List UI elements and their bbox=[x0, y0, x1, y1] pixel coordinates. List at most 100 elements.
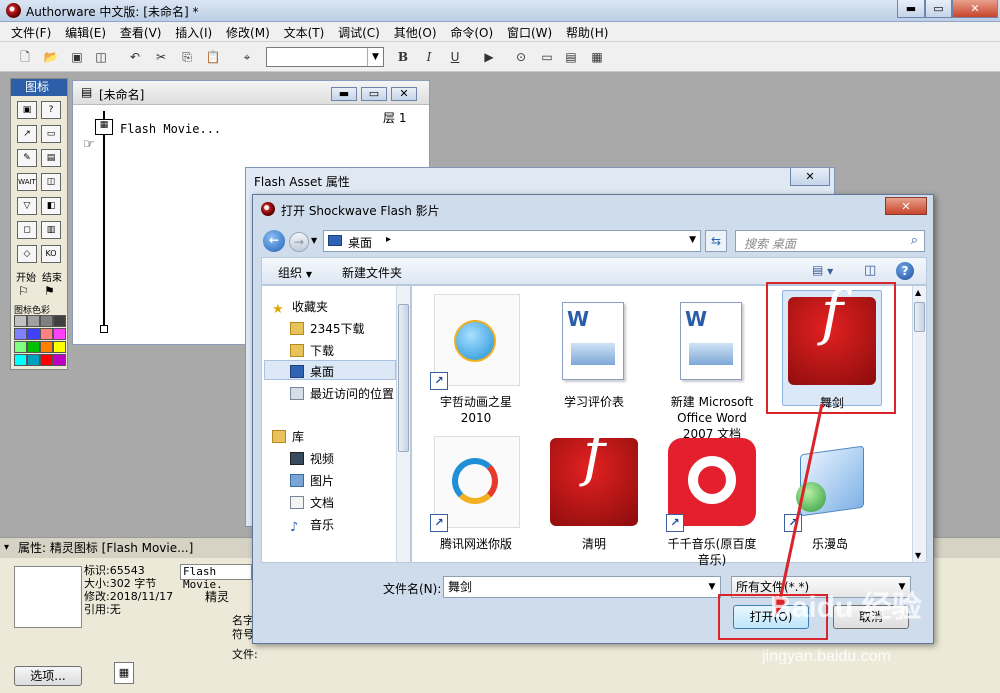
nav-item-videos[interactable]: 视频 bbox=[290, 450, 334, 467]
copy-icon[interactable]: ⎘ bbox=[178, 48, 196, 66]
file-item[interactable]: f 清明 bbox=[546, 424, 642, 552]
menu-file[interactable]: 文件(F) bbox=[6, 22, 56, 43]
address-dropdown-icon[interactable]: ▼ bbox=[689, 235, 696, 245]
menu-modify[interactable]: 修改(M) bbox=[221, 22, 275, 43]
start-flag-icon[interactable]: ⚐ bbox=[18, 284, 29, 298]
color-swatch[interactable] bbox=[40, 315, 53, 327]
nav-item-music[interactable]: ♪ 音乐 bbox=[290, 516, 334, 535]
flowline-maximize-button[interactable]: ▭ bbox=[361, 87, 387, 101]
address-field[interactable]: 桌面 ▸ ▼ bbox=[323, 230, 701, 252]
run-icon[interactable]: ▶ bbox=[480, 48, 498, 66]
minimize-button[interactable]: ▬ bbox=[897, 0, 925, 18]
undo-icon[interactable]: ↶ bbox=[126, 48, 144, 66]
menu-help[interactable]: 帮助(H) bbox=[561, 22, 613, 43]
new-file-icon[interactable]: 🗋 bbox=[16, 48, 34, 66]
nav-item-documents[interactable]: 文档 bbox=[290, 494, 334, 511]
display-icon[interactable]: ▣ bbox=[17, 101, 37, 119]
sound-icon[interactable]: ▥ bbox=[41, 221, 61, 239]
sprite-tab[interactable]: 精灵 bbox=[205, 588, 229, 605]
new-folder-button[interactable]: 新建文件夹 bbox=[342, 264, 402, 281]
forward-arrow-icon[interactable]: → bbox=[289, 232, 309, 252]
color-swatch[interactable] bbox=[53, 315, 66, 327]
open-dialog-close-button[interactable]: ✕ bbox=[885, 197, 927, 215]
knowledge-objects-icon[interactable]: ▦ bbox=[588, 48, 606, 66]
italic-button[interactable]: I bbox=[420, 48, 438, 66]
refresh-icon[interactable]: ⇆ bbox=[705, 230, 727, 252]
color-swatch[interactable] bbox=[27, 341, 40, 353]
file-item[interactable]: ↗ 腾讯网迷你版 bbox=[428, 436, 524, 552]
font-combo[interactable]: ▼ bbox=[266, 47, 384, 67]
file-item[interactable]: ↗ 千千音乐(原百度音乐) bbox=[664, 436, 760, 568]
menu-insert[interactable]: 插入(I) bbox=[170, 22, 217, 43]
diamond-icon[interactable]: ◇ bbox=[17, 245, 37, 263]
knowledge-object-icon[interactable]: KO bbox=[41, 245, 61, 263]
color-swatch[interactable] bbox=[53, 328, 66, 340]
scroll-down-icon[interactable]: ▼ bbox=[915, 551, 921, 560]
underline-button[interactable]: U bbox=[446, 48, 464, 66]
color-swatch[interactable] bbox=[14, 328, 27, 340]
menu-other[interactable]: 其他(O) bbox=[389, 22, 442, 43]
calculation-icon[interactable]: ▽ bbox=[17, 197, 37, 215]
color-swatch[interactable] bbox=[14, 341, 27, 353]
nav-item-pictures[interactable]: 图片 bbox=[290, 472, 334, 489]
nav-item-downloads[interactable]: 下载 bbox=[290, 342, 334, 359]
menu-view[interactable]: 查看(V) bbox=[115, 22, 167, 43]
preview-pane-icon[interactable]: ◫ bbox=[864, 263, 876, 278]
file-scrollbar[interactable]: ▲ ▼ bbox=[912, 286, 926, 562]
sprite-icon[interactable]: ▦ bbox=[95, 119, 113, 135]
color-swatch[interactable] bbox=[40, 328, 53, 340]
open-folder-icon[interactable]: 📂 bbox=[42, 48, 60, 66]
color-swatch[interactable] bbox=[14, 354, 27, 366]
menu-window[interactable]: 窗口(W) bbox=[502, 22, 557, 43]
maximize-button[interactable]: ▭ bbox=[925, 0, 952, 18]
breadcrumb-arrow-icon[interactable]: ▸ bbox=[386, 234, 391, 245]
history-chevron-icon[interactable]: ▼ bbox=[311, 236, 317, 245]
color-swatch[interactable] bbox=[53, 354, 66, 366]
filename-field[interactable]: 舞剑 ▼ bbox=[443, 576, 721, 598]
variables-icon[interactable]: ▤ bbox=[562, 48, 580, 66]
file-item[interactable]: W 新建 Microsoft Office Word 2007 文档 bbox=[664, 294, 760, 442]
save-all-icon[interactable]: ▣ bbox=[68, 48, 86, 66]
navigate-icon[interactable]: ▭ bbox=[41, 125, 61, 143]
nav-scroll-thumb[interactable] bbox=[398, 304, 409, 452]
menu-debug[interactable]: 调试(C) bbox=[333, 22, 385, 43]
end-flag-icon[interactable]: ⚑ bbox=[44, 284, 55, 298]
help-icon[interactable]: ? bbox=[896, 262, 914, 280]
close-button[interactable]: ✕ bbox=[952, 0, 998, 18]
motion-icon[interactable]: ↗ bbox=[17, 125, 37, 143]
menu-command[interactable]: 命令(O) bbox=[445, 22, 498, 43]
back-arrow-icon[interactable]: ← bbox=[263, 230, 285, 252]
framework-icon[interactable]: ▤ bbox=[41, 149, 61, 167]
file-scroll-thumb[interactable] bbox=[914, 302, 925, 332]
sprite-properties-icon[interactable]: ▦ bbox=[114, 662, 134, 684]
nav-item-desktop[interactable]: 桌面 bbox=[290, 363, 334, 380]
file-item[interactable]: ↗ 宇哲动画之星 2010 bbox=[428, 294, 524, 426]
cut-icon[interactable]: ✂ bbox=[152, 48, 170, 66]
nav-libraries[interactable]: 库 bbox=[272, 428, 304, 445]
color-swatch[interactable] bbox=[14, 315, 27, 327]
decision-icon[interactable]: ? bbox=[41, 101, 61, 119]
icon-name-field[interactable]: Flash Movie. bbox=[180, 564, 252, 591]
paste-icon[interactable]: 📋 bbox=[204, 48, 222, 66]
nav-item-2345-downloads[interactable]: 2345下载 bbox=[290, 320, 365, 337]
nav-favorites[interactable]: ★ 收藏夹 bbox=[272, 298, 328, 317]
nav-scrollbar[interactable] bbox=[396, 286, 410, 562]
menu-edit[interactable]: 编辑(E) bbox=[60, 22, 111, 43]
color-swatch[interactable] bbox=[40, 354, 53, 366]
interaction-icon[interactable]: ◫ bbox=[41, 173, 61, 191]
color-swatch[interactable] bbox=[27, 328, 40, 340]
menu-text[interactable]: 文本(T) bbox=[279, 22, 330, 43]
flowline-close-button[interactable]: ✕ bbox=[391, 87, 417, 101]
scroll-up-icon[interactable]: ▲ bbox=[915, 288, 921, 297]
file-item[interactable]: W 学习评价表 bbox=[546, 294, 642, 410]
digital-movie-icon[interactable]: ◧ bbox=[41, 197, 61, 215]
color-swatch[interactable] bbox=[53, 341, 66, 353]
options-button[interactable]: 选项... bbox=[14, 666, 82, 686]
collapse-arrow-icon[interactable]: ▾ bbox=[4, 542, 9, 553]
map-icon[interactable]: ◻ bbox=[17, 221, 37, 239]
color-swatch[interactable] bbox=[27, 315, 40, 327]
import-icon[interactable]: ◫ bbox=[92, 48, 110, 66]
color-swatch[interactable] bbox=[40, 341, 53, 353]
color-swatch[interactable] bbox=[27, 354, 40, 366]
flowline-minimize-button[interactable]: ▬ bbox=[331, 87, 357, 101]
